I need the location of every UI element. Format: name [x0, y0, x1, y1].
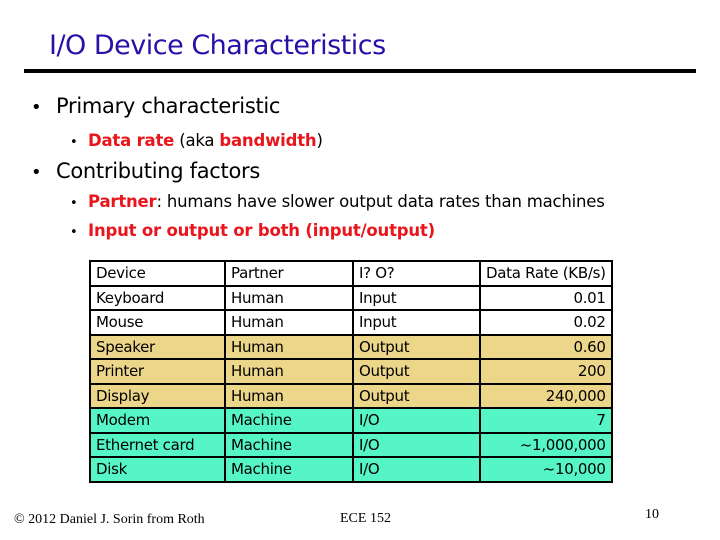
- bullet-contributing-factors: •Contributing factors: [31, 159, 260, 183]
- sub-bullet-input-output: •Input or output or both (input/output): [70, 221, 435, 240]
- emphasis-text: bandwidth: [219, 131, 316, 150]
- header-device: Device: [90, 261, 225, 286]
- cell-io: Input: [353, 310, 480, 335]
- emphasis-text: Partner: [88, 192, 156, 211]
- table-row: DiskMachineI/O~10,000: [90, 457, 612, 482]
- table-row: DisplayHumanOutput240,000: [90, 384, 612, 409]
- header-io: I? O?: [353, 261, 480, 286]
- sub-bullet-partner: •Partner: humans have slower output data…: [70, 192, 605, 211]
- table-header-row: Device Partner I? O? Data Rate (KB/s): [90, 261, 612, 286]
- page-number: 10: [645, 507, 659, 523]
- table-row: PrinterHumanOutput200: [90, 359, 612, 384]
- cell-io: Output: [353, 335, 480, 360]
- cell-device: Display: [90, 384, 225, 409]
- cell-device: Mouse: [90, 310, 225, 335]
- cell-device: Ethernet card: [90, 433, 225, 458]
- bullet-icon: •: [31, 97, 56, 118]
- cell-data-rate: ~10,000: [480, 457, 612, 482]
- cell-io: Output: [353, 359, 480, 384]
- cell-partner: Human: [225, 384, 353, 409]
- bullet-icon: •: [31, 162, 56, 183]
- cell-partner: Human: [225, 359, 353, 384]
- sub-bullet-data-rate: •Data rate (aka bandwidth): [70, 131, 323, 150]
- table-row: KeyboardHumanInput0.01: [90, 286, 612, 311]
- cell-io: I/O: [353, 457, 480, 482]
- cell-device: Printer: [90, 359, 225, 384]
- bullet-text: Primary characteristic: [56, 94, 280, 118]
- cell-device: Keyboard: [90, 286, 225, 311]
- bullet-text: ): [316, 131, 322, 150]
- slide-title: I/O Device Characteristics: [49, 30, 386, 61]
- header-partner: Partner: [225, 261, 353, 286]
- bullet-icon: •: [70, 225, 88, 240]
- cell-device: Modem: [90, 408, 225, 433]
- footer-copyright: © 2012 Daniel J. Sorin from Roth: [14, 512, 205, 528]
- table-row: Ethernet cardMachineI/O~1,000,000: [90, 433, 612, 458]
- cell-partner: Human: [225, 286, 353, 311]
- cell-data-rate: 7: [480, 408, 612, 433]
- bullet-icon: •: [70, 196, 88, 211]
- table-row: ModemMachineI/O7: [90, 408, 612, 433]
- bullet-primary-characteristic: •Primary characteristic: [31, 94, 280, 118]
- cell-io: Input: [353, 286, 480, 311]
- cell-data-rate: 0.02: [480, 310, 612, 335]
- cell-data-rate: 200: [480, 359, 612, 384]
- bullet-text: (aka: [174, 131, 219, 150]
- bullet-icon: •: [70, 135, 88, 150]
- cell-data-rate: 0.60: [480, 335, 612, 360]
- cell-data-rate: 0.01: [480, 286, 612, 311]
- header-data-rate: Data Rate (KB/s): [480, 261, 612, 286]
- device-characteristics-table: Device Partner I? O? Data Rate (KB/s) Ke…: [89, 260, 613, 483]
- cell-data-rate: 240,000: [480, 384, 612, 409]
- emphasis-text: Input or output or both (input/output): [88, 221, 435, 240]
- title-divider: [24, 69, 696, 73]
- footer-course: ECE 152: [340, 511, 391, 527]
- table-row: SpeakerHumanOutput0.60: [90, 335, 612, 360]
- cell-io: I/O: [353, 408, 480, 433]
- table-row: MouseHumanInput0.02: [90, 310, 612, 335]
- cell-io: Output: [353, 384, 480, 409]
- cell-partner: Machine: [225, 457, 353, 482]
- bullet-text: : humans have slower output data rates t…: [156, 192, 604, 211]
- emphasis-text: Data rate: [88, 131, 174, 150]
- bullet-text: Contributing factors: [56, 159, 260, 183]
- cell-data-rate: ~1,000,000: [480, 433, 612, 458]
- cell-device: Disk: [90, 457, 225, 482]
- cell-io: I/O: [353, 433, 480, 458]
- cell-partner: Human: [225, 310, 353, 335]
- cell-partner: Human: [225, 335, 353, 360]
- cell-partner: Machine: [225, 408, 353, 433]
- cell-device: Speaker: [90, 335, 225, 360]
- cell-partner: Machine: [225, 433, 353, 458]
